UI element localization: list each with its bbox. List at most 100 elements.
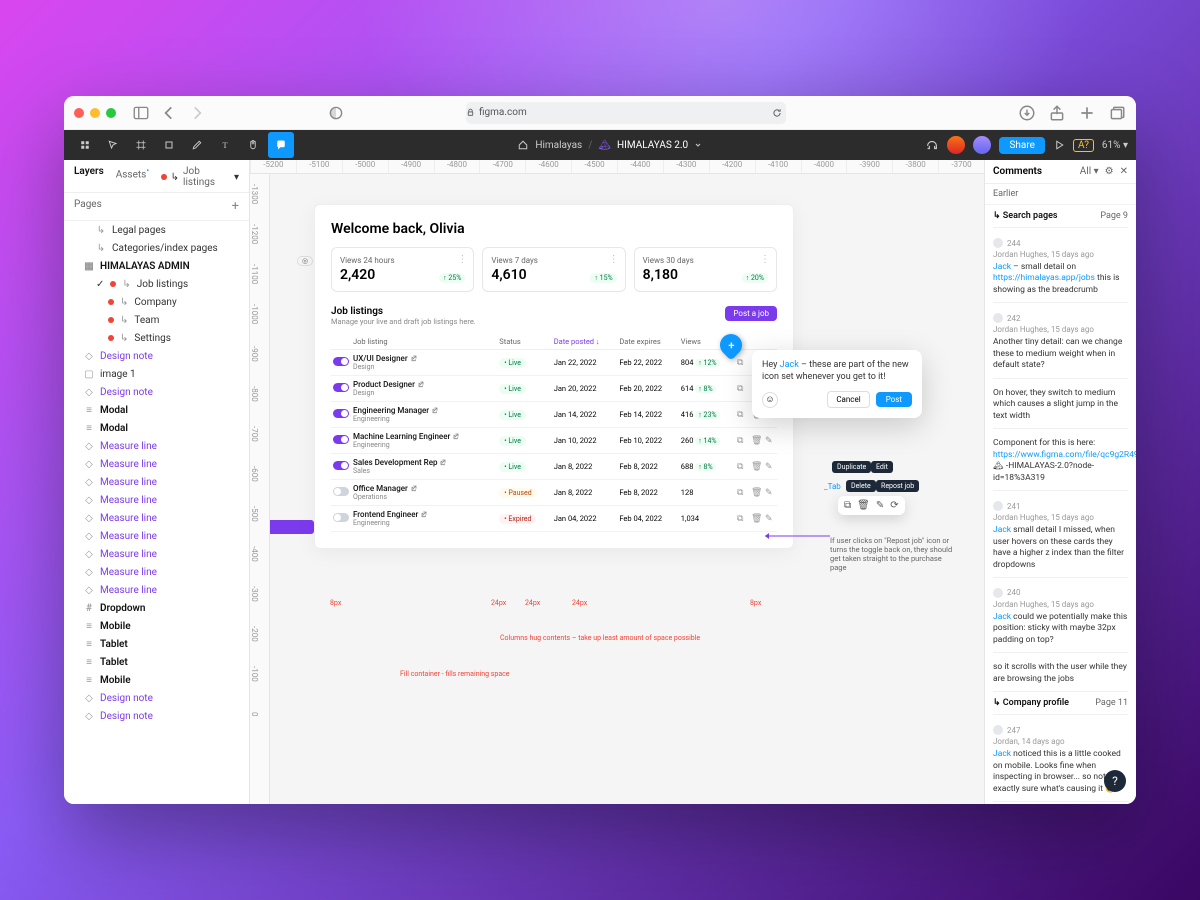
layer-list[interactable]: ↳Legal pages↳Categories/index pages▦HIMA… [64, 221, 249, 804]
address-bar[interactable]: figma.com [466, 102, 786, 124]
cancel-button[interactable]: Cancel [827, 391, 869, 408]
move-tool-icon[interactable] [100, 132, 126, 158]
headphones-icon[interactable] [925, 138, 939, 152]
toggle[interactable] [333, 357, 349, 366]
page-indicator[interactable]: ↳ Job listings ▾ [161, 166, 239, 188]
copy-icon[interactable]: ⧉ [737, 462, 747, 472]
edit-icon[interactable]: ✎ [765, 436, 775, 446]
maximize-icon[interactable] [106, 108, 116, 118]
external-link-icon[interactable] [439, 458, 447, 466]
comment-item[interactable]: so it scrolls with the user while they a… [993, 653, 1128, 692]
layer-item[interactable]: ≡Tablet [64, 635, 249, 653]
avatar[interactable] [973, 136, 991, 154]
toggle[interactable] [333, 461, 349, 470]
menu-icon[interactable] [72, 132, 98, 158]
comment-item[interactable]: 244Jordan Hughes, 15 days agoJack – smal… [993, 228, 1128, 303]
zoom-level[interactable]: 61% ▾ [1102, 140, 1128, 151]
copy-icon[interactable]: ⧉ [737, 514, 747, 524]
back-icon[interactable] [160, 104, 178, 122]
layer-item[interactable]: ↳Legal pages [64, 221, 249, 239]
copy-icon[interactable]: ⧉ [737, 410, 747, 420]
tabs-icon[interactable] [1108, 104, 1126, 122]
layer-item[interactable]: ◇Measure line [64, 563, 249, 581]
share-icon[interactable] [1048, 104, 1066, 122]
shape-tool-icon[interactable] [156, 132, 182, 158]
more-icon[interactable]: ⋮ [457, 254, 467, 265]
copy-icon[interactable]: ⧉ [737, 358, 747, 368]
filter-all[interactable]: All ▾ [1080, 166, 1099, 177]
layer-item[interactable]: ✓↳Job listings [64, 275, 249, 293]
stat-card[interactable]: ⋮Views 30 days8,180↑ 20% [634, 247, 777, 292]
tab-layers[interactable]: Layers [74, 166, 104, 188]
help-button[interactable]: ? [1104, 770, 1126, 792]
table-row[interactable]: Machine Learning Engineer Engineering• L… [331, 428, 777, 454]
layer-item[interactable]: ≡Modal [64, 419, 249, 437]
add-page-icon[interactable]: + [232, 199, 239, 214]
external-link-icon[interactable] [410, 354, 418, 362]
reload-icon[interactable] [772, 108, 782, 118]
table-row[interactable]: Product Designer Design• LiveJan 20, 202… [331, 376, 777, 402]
comment-item[interactable]: On hover, they switch to medium which ca… [993, 379, 1128, 429]
close-icon[interactable]: ✕ [1120, 166, 1128, 177]
table-row[interactable]: Sales Development Rep Sales• LiveJan 8, … [331, 454, 777, 480]
minimize-icon[interactable] [90, 108, 100, 118]
missing-fonts-badge[interactable]: A? [1073, 139, 1094, 152]
trash-icon[interactable]: 🗑 [751, 514, 761, 524]
layer-item[interactable]: ◇Measure line [64, 473, 249, 491]
table-row[interactable]: UX/UI Designer Design• LiveJan 22, 2022F… [331, 350, 777, 376]
comment-item[interactable]: 242Jordan Hughes, 15 days agoAnother tin… [993, 303, 1128, 378]
copy-icon[interactable]: ⧉ [737, 436, 747, 446]
layer-item[interactable]: ◇Design note [64, 707, 249, 725]
edit-icon[interactable]: ✎ [765, 488, 775, 498]
trash-icon[interactable]: 🗑 [751, 436, 761, 446]
layer-item[interactable]: ◇Measure line [64, 491, 249, 509]
close-icon[interactable] [74, 108, 84, 118]
table-row[interactable]: Office Manager Operations• PausedJan 8, … [331, 480, 777, 506]
toggle[interactable] [333, 435, 349, 444]
copy-icon[interactable]: ⧉ [737, 384, 747, 394]
canvas[interactable]: -5200-5100-5000-4900-4800-4700-4600-4500… [250, 160, 984, 804]
post-job-button[interactable]: Post a job [725, 306, 777, 321]
comment-item[interactable]: Component for this is here: https://www.… [993, 429, 1128, 491]
share-button[interactable]: Share [999, 137, 1044, 154]
dashboard-frame[interactable]: Welcome back, Olivia ⋮Views 24 hours2,42… [314, 204, 794, 549]
layer-item[interactable]: ▦HIMALAYAS ADMIN [64, 257, 249, 275]
shield-icon[interactable] [327, 104, 345, 122]
external-link-icon[interactable] [420, 510, 428, 518]
stat-card[interactable]: ⋮Views 24 hours2,420↑ 25% [331, 247, 474, 292]
trash-icon[interactable]: 🗑 [751, 488, 761, 498]
layer-item[interactable]: ≡Tablet [64, 653, 249, 671]
layer-item[interactable]: ↳Settings [64, 329, 249, 347]
comment-item[interactable]: 1 reply [993, 802, 1128, 804]
external-link-icon[interactable] [410, 484, 418, 492]
external-link-icon[interactable] [452, 432, 460, 440]
edit-icon[interactable]: ✎ [765, 462, 775, 472]
pen-tool-icon[interactable] [184, 132, 210, 158]
copy-icon[interactable]: ⧉ [737, 488, 747, 498]
trash-icon[interactable]: 🗑 [857, 500, 870, 511]
layer-item[interactable]: ≡Mobile [64, 617, 249, 635]
layer-item[interactable]: ◇Design note [64, 347, 249, 365]
mention[interactable]: Jack [780, 360, 799, 370]
layer-item[interactable]: ◇Measure line [64, 455, 249, 473]
edit-icon[interactable]: ✎ [765, 514, 775, 524]
comment-heading[interactable]: ↳ Search pages [993, 211, 1058, 221]
hand-tool-icon[interactable] [240, 132, 266, 158]
layer-item[interactable]: #Dropdown [64, 599, 249, 617]
more-icon[interactable]: ⋮ [760, 254, 770, 265]
visibility-tag[interactable]: ◎ [297, 256, 313, 266]
comment-item[interactable]: 241Jordan Hughes, 15 days agoJack small … [993, 491, 1128, 578]
breadcrumb[interactable]: Himalayas / 🏔 HIMALAYAS 2.0 [517, 139, 702, 151]
window-controls[interactable] [74, 108, 116, 118]
sidebar-toggle-icon[interactable] [132, 104, 150, 122]
layer-item[interactable]: ≡Modal [64, 401, 249, 419]
layer-item[interactable]: ≡Mobile [64, 671, 249, 689]
layer-item[interactable]: ◇Design note [64, 689, 249, 707]
comment-item[interactable]: 240Jordan Hughes, 15 days agoJack could … [993, 578, 1128, 653]
toggle[interactable] [333, 409, 349, 418]
layer-item[interactable]: ◇Measure line [64, 509, 249, 527]
comment-heading[interactable]: ↳ Company profile [993, 698, 1069, 708]
layer-item[interactable]: ▢image 1 [64, 365, 249, 383]
layer-item[interactable]: ◇Design note [64, 383, 249, 401]
toggle[interactable] [333, 383, 349, 392]
